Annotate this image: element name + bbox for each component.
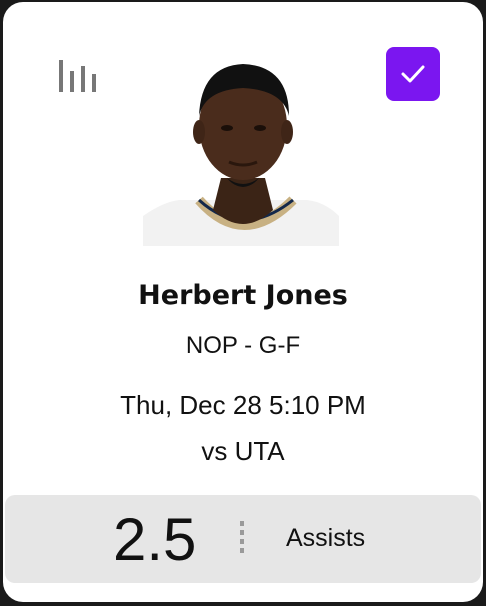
player-name: Herbert Jones [138, 280, 348, 311]
projection-card[interactable]: Herbert Jones NOP - G-F Thu, Dec 28 5:10… [3, 2, 483, 602]
team-position: NOP - G-F [185, 332, 301, 359]
stats-button[interactable] [53, 58, 97, 94]
projection-line-value: 2.5 [113, 506, 197, 573]
divider [240, 521, 244, 555]
stat-type: Assists [286, 524, 366, 552]
opponent: vs UTA [201, 436, 285, 466]
checkmark-icon [401, 65, 425, 83]
projection-panel: 2.5 Assists [5, 495, 481, 583]
game-time: Thu, Dec 28 5:10 PM [120, 390, 366, 420]
player-headshot [143, 60, 343, 246]
bar-chart-icon [59, 60, 96, 92]
select-toggle-button[interactable] [386, 47, 440, 101]
